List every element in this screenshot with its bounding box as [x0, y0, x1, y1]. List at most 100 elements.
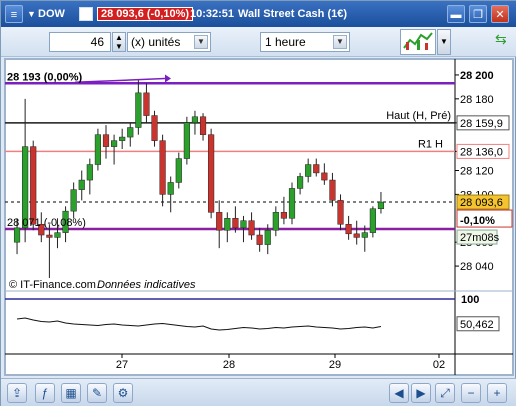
- osc-top-label: 100: [461, 294, 479, 306]
- price-tick-label: 28 180: [460, 94, 494, 106]
- unit-select[interactable]: (x) unités ▼: [127, 32, 211, 52]
- timeframe-value: 1 heure: [265, 35, 306, 49]
- drawing-icon[interactable]: ✎: [87, 383, 107, 403]
- swap-icon[interactable]: ⇆: [495, 31, 513, 53]
- timeframe-select[interactable]: 1 heure ▼: [260, 32, 350, 52]
- minimize-button[interactable]: ▬: [447, 5, 465, 23]
- share-icon[interactable]: ⇪: [7, 383, 27, 403]
- period-stepper[interactable]: ▲ ▼: [112, 32, 126, 52]
- candle-up: [305, 164, 312, 177]
- chart-type-dropdown[interactable]: ▼: [437, 29, 451, 55]
- candle-down: [46, 234, 53, 238]
- settings-icon[interactable]: ⚙: [113, 383, 133, 403]
- candle-up: [22, 146, 29, 229]
- candle-up: [297, 176, 304, 189]
- date-tick-label: 02: [433, 359, 445, 371]
- candle-down: [151, 115, 158, 141]
- price-chart[interactable]: 28 193 (0,00%) 28 071 (-0,08%) Haut (H, Pr…: [5, 59, 513, 375]
- date-tick-label: 29: [329, 359, 341, 371]
- candle-up: [288, 188, 296, 219]
- candle-up: [240, 220, 247, 229]
- candle-up: [224, 218, 231, 231]
- scroll-left-icon[interactable]: ◀: [389, 383, 409, 403]
- candle-up: [135, 92, 142, 128]
- candle-up: [377, 201, 385, 209]
- osc-value-label: 50,462: [460, 319, 494, 331]
- price-pill: 28 093,6 (-0,10%): [97, 5, 194, 23]
- candle-down: [353, 233, 360, 238]
- candle-up: [94, 134, 101, 165]
- credit-note: Données indicatives: [97, 279, 196, 291]
- price-tick-label: 28 120: [460, 166, 494, 178]
- symbol-label[interactable]: DOW: [38, 5, 65, 23]
- candle-up: [361, 232, 368, 238]
- zoom-fit-icon[interactable]: ⤢: [435, 383, 455, 403]
- price-tick-label: 28 200: [460, 70, 494, 82]
- checkbox[interactable]: [79, 7, 93, 21]
- candle-down: [280, 212, 287, 219]
- top-marker-label: 28 193 (0,00%): [7, 71, 83, 83]
- candle-up: [167, 182, 174, 195]
- chart-area[interactable]: 28 193 (0,00%) 28 071 (-0,08%) Haut (H, Pr…: [4, 58, 514, 376]
- candle-up: [191, 116, 199, 123]
- candle-down: [102, 134, 110, 147]
- unit-select-value: (x) unités: [131, 35, 181, 49]
- candle-up: [127, 127, 134, 138]
- chevron-down-icon[interactable]: ▼: [27, 5, 36, 23]
- r1-label: R1 H: [418, 138, 443, 150]
- candle-down: [256, 234, 263, 245]
- candle-down: [199, 116, 207, 135]
- candle-down: [313, 164, 320, 174]
- credit-label: © IT-Finance.com: [9, 279, 96, 291]
- candle-up: [78, 179, 85, 190]
- candle-up: [183, 122, 190, 159]
- candle-up: [272, 212, 279, 231]
- candle-down: [30, 146, 37, 225]
- candle-up: [264, 229, 271, 245]
- candle-down: [321, 172, 328, 181]
- date-tick-label: 27: [116, 359, 128, 371]
- candle-up: [70, 189, 77, 212]
- time-label: 10:32:51: [190, 8, 235, 20]
- chart-type-icon[interactable]: [400, 29, 436, 55]
- zoom-in-icon[interactable]: +: [487, 383, 507, 403]
- candle-down: [159, 140, 166, 195]
- menu-icon[interactable]: ≡: [5, 5, 23, 23]
- chevron-down-icon[interactable]: ▼: [194, 35, 208, 49]
- support-label: 28 071 (-0,08%): [7, 217, 86, 229]
- candle-down: [216, 212, 223, 231]
- candle-up: [13, 227, 21, 243]
- current-price-label: 28 093,6: [460, 197, 503, 209]
- price-tick-label: 28 040: [460, 261, 494, 273]
- candle-up: [369, 208, 376, 233]
- haut-label: Haut (H, Pré): [386, 110, 451, 122]
- chevron-down-icon[interactable]: ▼: [333, 35, 347, 49]
- zoom-out-icon[interactable]: −: [461, 383, 481, 403]
- candle-up: [86, 164, 93, 181]
- indicators-icon[interactable]: ƒ: [35, 383, 55, 403]
- countdown-label: 27m08s: [460, 232, 500, 244]
- candle-down: [143, 92, 150, 116]
- close-button[interactable]: ✕: [491, 5, 509, 23]
- restore-button[interactable]: ❐: [469, 5, 487, 23]
- candle-up: [119, 136, 126, 141]
- candle-down: [248, 220, 255, 236]
- bottom-toolbar: ⇪ ƒ ▦ ✎ ⚙ ◀ ▶ ⤢ − +: [1, 378, 516, 406]
- price-tick-label: 28 159,9: [460, 118, 503, 130]
- period-input[interactable]: 46: [49, 32, 111, 52]
- chart-window: ≡ ▼ DOW 28 093,6 (-0,10%) 10:32:51 Wall …: [0, 0, 516, 406]
- candle-down: [337, 200, 344, 225]
- scroll-end-icon[interactable]: ▶: [411, 383, 431, 403]
- candle-down: [232, 218, 239, 229]
- candle-up: [175, 158, 182, 183]
- candle-down: [208, 134, 215, 213]
- candle-down: [329, 179, 336, 201]
- date-tick-label: 28: [223, 359, 235, 371]
- candle-down: [345, 224, 352, 235]
- toolbar: 46 ▲ ▼ (x) unités ▼ 1 heure ▼ ▼ ⇆: [1, 27, 516, 57]
- title-bar: ≡ ▼ DOW 28 093,6 (-0,10%) 10:32:51 Wall …: [1, 1, 516, 27]
- candle-up: [111, 140, 118, 147]
- price-change: 28 093,6 (-0,10%): [97, 7, 194, 21]
- calendar-icon[interactable]: ▦: [61, 383, 81, 403]
- instrument-name: Wall Street Cash (1€): [238, 8, 348, 20]
